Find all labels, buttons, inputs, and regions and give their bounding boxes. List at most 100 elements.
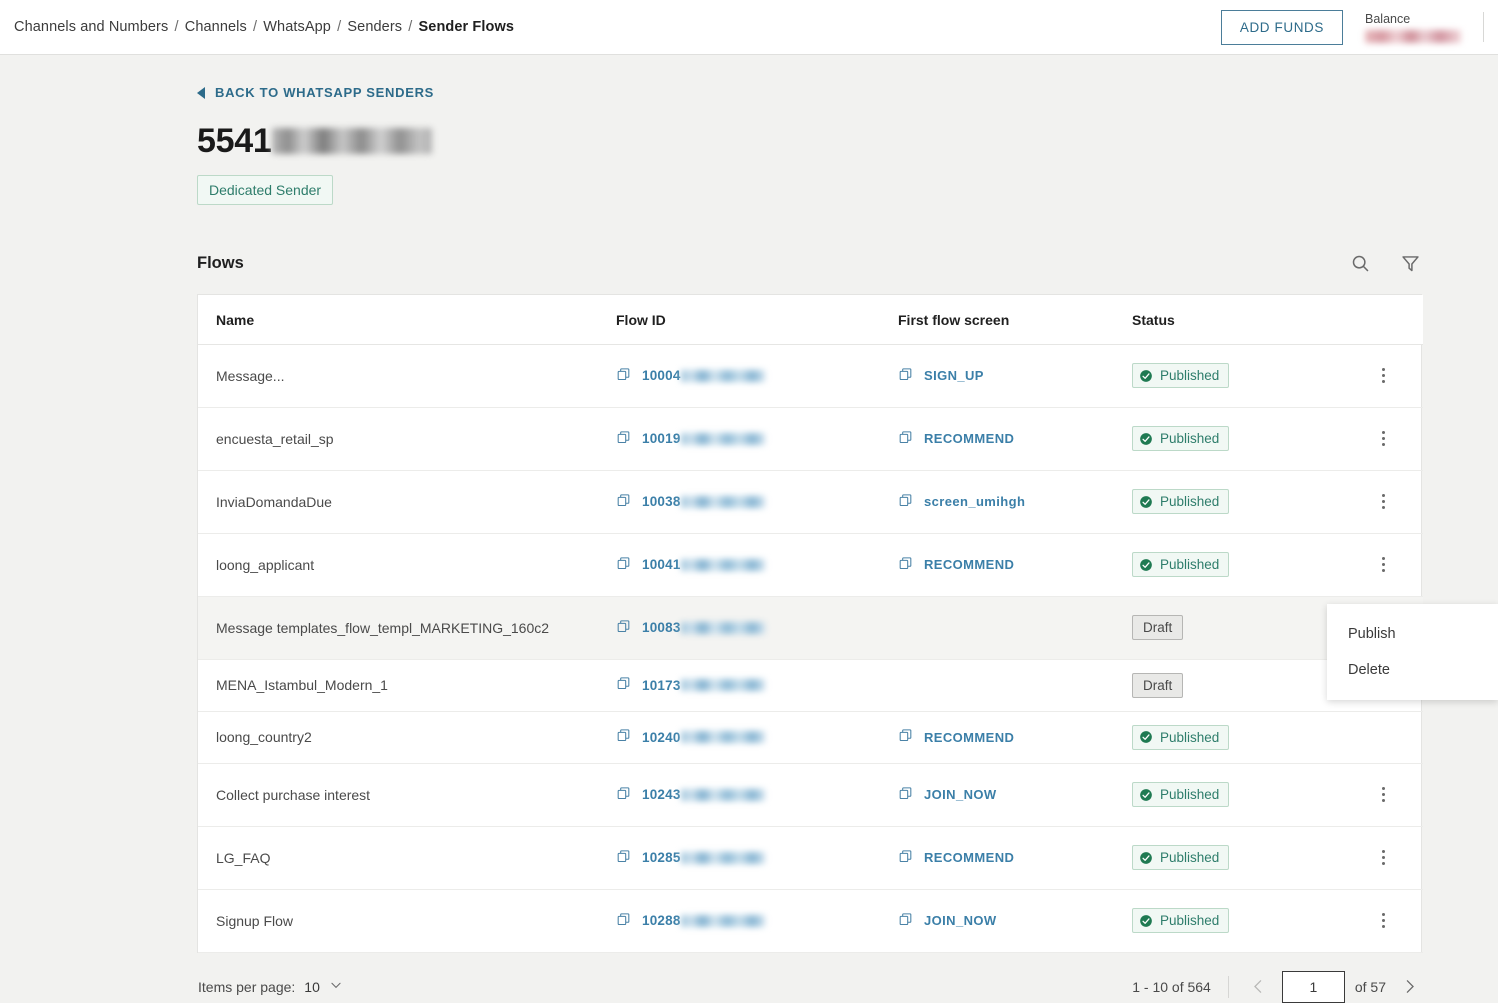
flow-id-value: 10285 (642, 850, 681, 865)
copy-icon[interactable] (616, 619, 631, 637)
items-per-page-value: 10 (304, 978, 320, 995)
row-actions-menu-button[interactable] (1366, 547, 1402, 583)
table-row[interactable]: MENA_Istambul_Modern_1 10173 Draft (198, 659, 1423, 712)
flow-id-value: 10019 (642, 431, 681, 446)
filter-icon[interactable] (1398, 252, 1422, 276)
cell-flow-name: Signup Flow (198, 889, 616, 953)
breadcrumb-separator: / (174, 19, 179, 35)
cell-status: Published (1132, 407, 1344, 471)
row-actions-menu-button[interactable] (1366, 840, 1402, 876)
row-actions-menu-button[interactable] (1366, 358, 1402, 394)
table-row[interactable]: Signup Flow 10288 JOIN_NOW Published (198, 889, 1423, 953)
row-actions-menu-button[interactable] (1366, 903, 1402, 939)
status-badge: Published (1132, 724, 1230, 750)
cell-flow-id: 10041 (616, 533, 898, 597)
status-badge: Draft (1132, 672, 1184, 698)
context-menu-item-publish[interactable]: Publish (1327, 616, 1498, 652)
pagination-controls: 1 - 10 of 564 of 57 (1132, 970, 1422, 1003)
flow-id-redacted (680, 731, 765, 743)
table-row[interactable]: loong_applicant 10041 RECOMMEND Published (198, 533, 1423, 597)
table-row[interactable]: InviaDomandaDue 10038 screen_umihgh Publish… (198, 470, 1423, 534)
top-bar: Channels and Numbers / Channels / WhatsA… (0, 0, 1498, 55)
copy-icon[interactable] (616, 912, 631, 930)
table-row[interactable]: encuesta_retail_sp 10019 RECOMMEND Publishe… (198, 407, 1423, 471)
cell-first-flow-screen (898, 659, 1132, 712)
table-row[interactable]: Message templates_flow_templ_MARKETING_1… (198, 596, 1423, 660)
cell-status: Published (1132, 889, 1344, 953)
cell-status: Draft (1132, 596, 1344, 660)
chevron-down-icon[interactable] (329, 978, 343, 995)
flow-id-redacted (680, 495, 765, 508)
copy-icon[interactable] (898, 786, 913, 804)
table-row[interactable]: Message... 10004 SIGN_UP Published (198, 344, 1423, 408)
copy-icon[interactable] (616, 676, 631, 694)
previous-page-button[interactable] (1246, 974, 1272, 1000)
table-row[interactable]: Collect purchase interest 10243 JOIN_NOW Pu… (198, 763, 1423, 827)
copy-icon[interactable] (616, 493, 631, 511)
copy-icon[interactable] (898, 367, 913, 385)
copy-icon[interactable] (616, 430, 631, 448)
page-title-prefix: 5541 (197, 121, 272, 160)
row-actions-menu-button[interactable] (1366, 421, 1402, 457)
copy-icon[interactable] (898, 849, 913, 867)
add-funds-button[interactable]: ADD FUNDS (1220, 9, 1343, 45)
table-row[interactable]: loong_country2 10240 RECOMMEND Published (198, 711, 1423, 764)
cell-flow-id: 10240 (616, 711, 898, 764)
cell-flow-id: 10285 (616, 826, 898, 890)
copy-icon[interactable] (898, 430, 913, 448)
search-icon[interactable] (1348, 252, 1372, 276)
context-menu-item-delete[interactable]: Delete (1327, 652, 1498, 688)
copy-icon[interactable] (898, 493, 913, 511)
column-header-status: Status (1132, 294, 1344, 345)
breadcrumb-separator: / (252, 19, 258, 35)
page-content: BACK TO WHATSAPP SENDERS 5541 Dedicated … (0, 55, 1498, 1003)
back-to-senders-link[interactable]: BACK TO WHATSAPP SENDERS (197, 85, 434, 100)
flow-id-value: 10243 (642, 787, 681, 802)
cell-actions (1344, 763, 1423, 827)
table-footer: Items per page: 10 1 - 10 of 564 of 57 (197, 953, 1422, 1003)
page-number-input[interactable] (1281, 970, 1345, 1003)
check-circle-icon (1139, 495, 1153, 509)
back-arrow-icon (197, 86, 205, 99)
cell-first-flow-screen: screen_umihgh (898, 470, 1132, 534)
flow-id-value: 10004 (642, 368, 681, 383)
breadcrumb-item-1[interactable]: Channels (185, 19, 247, 35)
row-actions-menu-button[interactable] (1366, 777, 1402, 813)
cell-actions (1344, 826, 1423, 890)
flow-id-redacted (680, 788, 765, 801)
cell-actions (1344, 711, 1423, 764)
status-badge: Published (1132, 489, 1230, 514)
copy-icon[interactable] (616, 786, 631, 804)
cell-actions (1344, 470, 1423, 534)
cell-actions (1344, 344, 1423, 408)
next-page-button[interactable] (1396, 974, 1422, 1000)
copy-icon[interactable] (616, 556, 631, 574)
pagination-range: 1 - 10 of 564 (1132, 978, 1211, 995)
copy-icon[interactable] (616, 849, 631, 867)
cell-flow-name: Message... (198, 344, 616, 408)
breadcrumb-item-0[interactable]: Channels and Numbers (14, 19, 168, 35)
cell-status: Published (1132, 344, 1344, 408)
copy-icon[interactable] (616, 728, 631, 746)
cell-flow-name: MENA_Istambul_Modern_1 (198, 659, 616, 712)
breadcrumb-item-3[interactable]: Senders (347, 19, 402, 35)
copy-icon[interactable] (616, 367, 631, 385)
first-flow-screen-value: JOIN_NOW (924, 787, 997, 802)
copy-icon[interactable] (898, 912, 913, 930)
balance-value-redacted (1365, 29, 1461, 43)
row-actions-menu-button[interactable] (1366, 484, 1402, 520)
copy-icon[interactable] (898, 728, 913, 746)
status-label: Published (1160, 913, 1220, 928)
copy-icon[interactable] (898, 556, 913, 574)
cell-flow-name: loong_country2 (198, 711, 616, 764)
flow-id-value: 10038 (642, 494, 681, 509)
flow-id-value: 10173 (642, 677, 681, 693)
items-per-page-control[interactable]: Items per page: 10 (197, 978, 343, 995)
check-circle-icon (1139, 369, 1153, 383)
balance-block: Balance (1365, 12, 1483, 43)
table-row[interactable]: LG_FAQ 10285 RECOMMEND Published (198, 826, 1423, 890)
pagination-divider (1227, 975, 1229, 998)
flow-id-redacted (680, 369, 765, 382)
flows-actions (1348, 252, 1422, 276)
breadcrumb-item-2[interactable]: WhatsApp (263, 19, 331, 35)
